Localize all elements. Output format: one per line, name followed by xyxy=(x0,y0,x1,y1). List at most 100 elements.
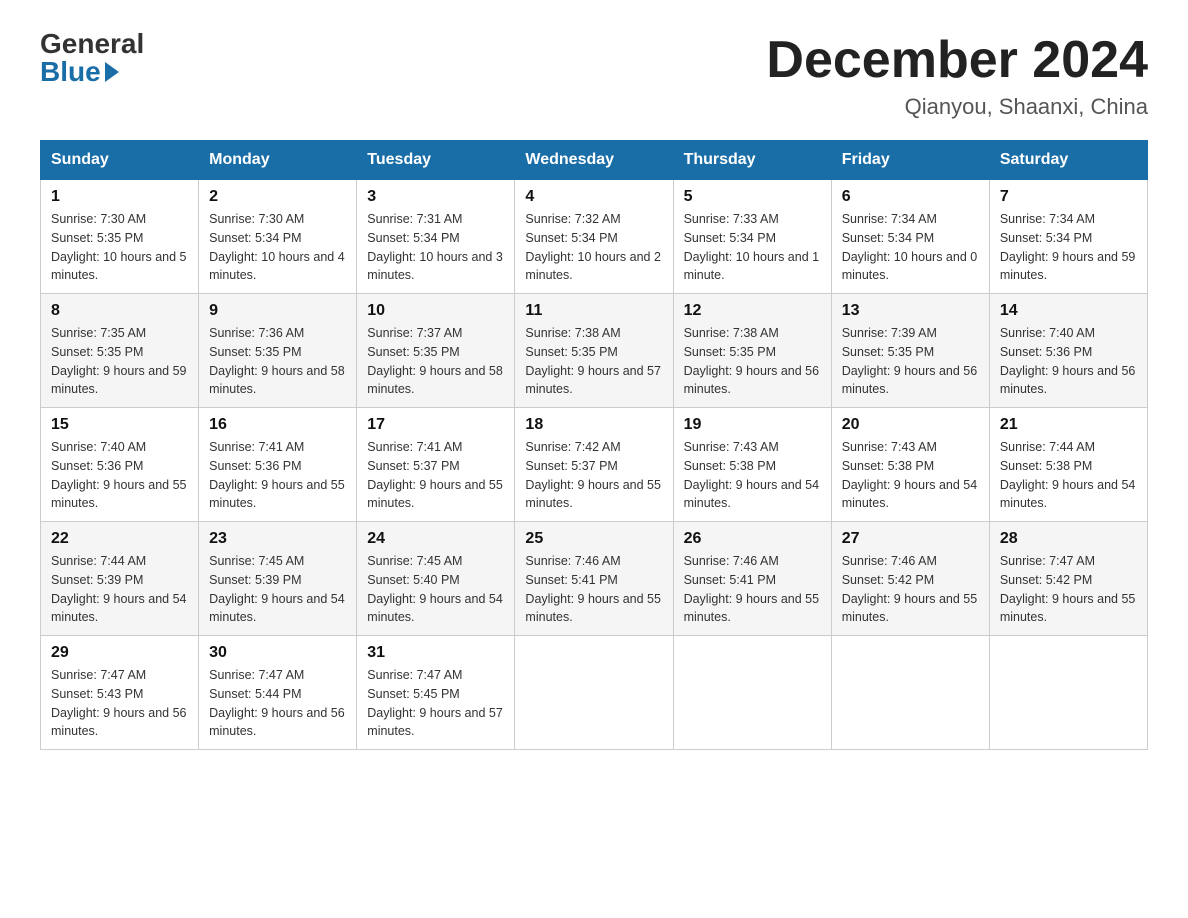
calendar-cell: 15 Sunrise: 7:40 AMSunset: 5:36 PMDaylig… xyxy=(41,408,199,522)
day-number: 6 xyxy=(842,188,979,206)
day-info: Sunrise: 7:32 AMSunset: 5:34 PMDaylight:… xyxy=(525,210,662,285)
calendar-cell xyxy=(831,636,989,750)
day-number: 28 xyxy=(1000,530,1137,548)
header-day-friday: Friday xyxy=(831,141,989,180)
day-number: 23 xyxy=(209,530,346,548)
day-info: Sunrise: 7:46 AMSunset: 5:41 PMDaylight:… xyxy=(684,552,821,627)
day-info: Sunrise: 7:35 AMSunset: 5:35 PMDaylight:… xyxy=(51,324,188,399)
day-info: Sunrise: 7:44 AMSunset: 5:39 PMDaylight:… xyxy=(51,552,188,627)
day-number: 21 xyxy=(1000,416,1137,434)
calendar-cell: 26 Sunrise: 7:46 AMSunset: 5:41 PMDaylig… xyxy=(673,522,831,636)
header-day-monday: Monday xyxy=(199,141,357,180)
day-info: Sunrise: 7:47 AMSunset: 5:45 PMDaylight:… xyxy=(367,666,504,741)
calendar-cell: 9 Sunrise: 7:36 AMSunset: 5:35 PMDayligh… xyxy=(199,294,357,408)
header-day-saturday: Saturday xyxy=(989,141,1147,180)
day-info: Sunrise: 7:34 AMSunset: 5:34 PMDaylight:… xyxy=(1000,210,1137,285)
calendar-header-row: SundayMondayTuesdayWednesdayThursdayFrid… xyxy=(41,141,1148,180)
calendar-cell: 8 Sunrise: 7:35 AMSunset: 5:35 PMDayligh… xyxy=(41,294,199,408)
day-number: 31 xyxy=(367,644,504,662)
calendar-cell: 4 Sunrise: 7:32 AMSunset: 5:34 PMDayligh… xyxy=(515,180,673,294)
day-number: 13 xyxy=(842,302,979,320)
day-number: 17 xyxy=(367,416,504,434)
day-info: Sunrise: 7:39 AMSunset: 5:35 PMDaylight:… xyxy=(842,324,979,399)
calendar-cell: 29 Sunrise: 7:47 AMSunset: 5:43 PMDaylig… xyxy=(41,636,199,750)
day-info: Sunrise: 7:33 AMSunset: 5:34 PMDaylight:… xyxy=(684,210,821,285)
day-info: Sunrise: 7:36 AMSunset: 5:35 PMDaylight:… xyxy=(209,324,346,399)
day-info: Sunrise: 7:40 AMSunset: 5:36 PMDaylight:… xyxy=(51,438,188,513)
day-info: Sunrise: 7:38 AMSunset: 5:35 PMDaylight:… xyxy=(525,324,662,399)
calendar-cell xyxy=(673,636,831,750)
calendar-cell xyxy=(515,636,673,750)
page-header: General Blue December 2024 Qianyou, Shaa… xyxy=(40,30,1148,120)
calendar-cell: 22 Sunrise: 7:44 AMSunset: 5:39 PMDaylig… xyxy=(41,522,199,636)
calendar-cell: 1 Sunrise: 7:30 AMSunset: 5:35 PMDayligh… xyxy=(41,180,199,294)
day-number: 24 xyxy=(367,530,504,548)
day-number: 11 xyxy=(525,302,662,320)
day-info: Sunrise: 7:47 AMSunset: 5:43 PMDaylight:… xyxy=(51,666,188,741)
day-number: 22 xyxy=(51,530,188,548)
calendar-cell: 19 Sunrise: 7:43 AMSunset: 5:38 PMDaylig… xyxy=(673,408,831,522)
week-row-5: 29 Sunrise: 7:47 AMSunset: 5:43 PMDaylig… xyxy=(41,636,1148,750)
calendar-cell: 12 Sunrise: 7:38 AMSunset: 5:35 PMDaylig… xyxy=(673,294,831,408)
day-number: 15 xyxy=(51,416,188,434)
calendar-cell: 20 Sunrise: 7:43 AMSunset: 5:38 PMDaylig… xyxy=(831,408,989,522)
day-info: Sunrise: 7:43 AMSunset: 5:38 PMDaylight:… xyxy=(842,438,979,513)
day-info: Sunrise: 7:45 AMSunset: 5:40 PMDaylight:… xyxy=(367,552,504,627)
day-info: Sunrise: 7:37 AMSunset: 5:35 PMDaylight:… xyxy=(367,324,504,399)
day-info: Sunrise: 7:38 AMSunset: 5:35 PMDaylight:… xyxy=(684,324,821,399)
day-number: 5 xyxy=(684,188,821,206)
calendar-cell: 23 Sunrise: 7:45 AMSunset: 5:39 PMDaylig… xyxy=(199,522,357,636)
logo-general-text: General xyxy=(40,30,144,58)
calendar-cell: 25 Sunrise: 7:46 AMSunset: 5:41 PMDaylig… xyxy=(515,522,673,636)
title-area: December 2024 Qianyou, Shaanxi, China xyxy=(766,30,1148,120)
calendar-cell: 13 Sunrise: 7:39 AMSunset: 5:35 PMDaylig… xyxy=(831,294,989,408)
day-number: 8 xyxy=(51,302,188,320)
day-number: 9 xyxy=(209,302,346,320)
day-info: Sunrise: 7:47 AMSunset: 5:42 PMDaylight:… xyxy=(1000,552,1137,627)
day-info: Sunrise: 7:44 AMSunset: 5:38 PMDaylight:… xyxy=(1000,438,1137,513)
day-number: 30 xyxy=(209,644,346,662)
day-info: Sunrise: 7:31 AMSunset: 5:34 PMDaylight:… xyxy=(367,210,504,285)
calendar-cell: 27 Sunrise: 7:46 AMSunset: 5:42 PMDaylig… xyxy=(831,522,989,636)
calendar-cell: 14 Sunrise: 7:40 AMSunset: 5:36 PMDaylig… xyxy=(989,294,1147,408)
day-number: 27 xyxy=(842,530,979,548)
day-number: 20 xyxy=(842,416,979,434)
calendar-cell: 17 Sunrise: 7:41 AMSunset: 5:37 PMDaylig… xyxy=(357,408,515,522)
calendar-cell: 28 Sunrise: 7:47 AMSunset: 5:42 PMDaylig… xyxy=(989,522,1147,636)
day-info: Sunrise: 7:47 AMSunset: 5:44 PMDaylight:… xyxy=(209,666,346,741)
day-info: Sunrise: 7:46 AMSunset: 5:41 PMDaylight:… xyxy=(525,552,662,627)
day-info: Sunrise: 7:40 AMSunset: 5:36 PMDaylight:… xyxy=(1000,324,1137,399)
day-number: 12 xyxy=(684,302,821,320)
day-number: 14 xyxy=(1000,302,1137,320)
week-row-2: 8 Sunrise: 7:35 AMSunset: 5:35 PMDayligh… xyxy=(41,294,1148,408)
day-number: 29 xyxy=(51,644,188,662)
header-day-tuesday: Tuesday xyxy=(357,141,515,180)
day-number: 10 xyxy=(367,302,504,320)
header-day-sunday: Sunday xyxy=(41,141,199,180)
day-info: Sunrise: 7:30 AMSunset: 5:35 PMDaylight:… xyxy=(51,210,188,285)
day-info: Sunrise: 7:41 AMSunset: 5:36 PMDaylight:… xyxy=(209,438,346,513)
day-number: 19 xyxy=(684,416,821,434)
calendar-cell: 16 Sunrise: 7:41 AMSunset: 5:36 PMDaylig… xyxy=(199,408,357,522)
week-row-4: 22 Sunrise: 7:44 AMSunset: 5:39 PMDaylig… xyxy=(41,522,1148,636)
day-info: Sunrise: 7:34 AMSunset: 5:34 PMDaylight:… xyxy=(842,210,979,285)
day-number: 2 xyxy=(209,188,346,206)
month-title: December 2024 xyxy=(766,30,1148,90)
calendar-cell: 30 Sunrise: 7:47 AMSunset: 5:44 PMDaylig… xyxy=(199,636,357,750)
calendar-cell: 21 Sunrise: 7:44 AMSunset: 5:38 PMDaylig… xyxy=(989,408,1147,522)
day-number: 26 xyxy=(684,530,821,548)
calendar-cell: 11 Sunrise: 7:38 AMSunset: 5:35 PMDaylig… xyxy=(515,294,673,408)
header-day-wednesday: Wednesday xyxy=(515,141,673,180)
calendar-cell: 6 Sunrise: 7:34 AMSunset: 5:34 PMDayligh… xyxy=(831,180,989,294)
day-number: 3 xyxy=(367,188,504,206)
day-info: Sunrise: 7:42 AMSunset: 5:37 PMDaylight:… xyxy=(525,438,662,513)
calendar-cell: 31 Sunrise: 7:47 AMSunset: 5:45 PMDaylig… xyxy=(357,636,515,750)
day-number: 1 xyxy=(51,188,188,206)
calendar-cell: 18 Sunrise: 7:42 AMSunset: 5:37 PMDaylig… xyxy=(515,408,673,522)
day-info: Sunrise: 7:45 AMSunset: 5:39 PMDaylight:… xyxy=(209,552,346,627)
day-number: 25 xyxy=(525,530,662,548)
day-info: Sunrise: 7:46 AMSunset: 5:42 PMDaylight:… xyxy=(842,552,979,627)
calendar-cell: 2 Sunrise: 7:30 AMSunset: 5:34 PMDayligh… xyxy=(199,180,357,294)
calendar-cell: 10 Sunrise: 7:37 AMSunset: 5:35 PMDaylig… xyxy=(357,294,515,408)
day-number: 7 xyxy=(1000,188,1137,206)
